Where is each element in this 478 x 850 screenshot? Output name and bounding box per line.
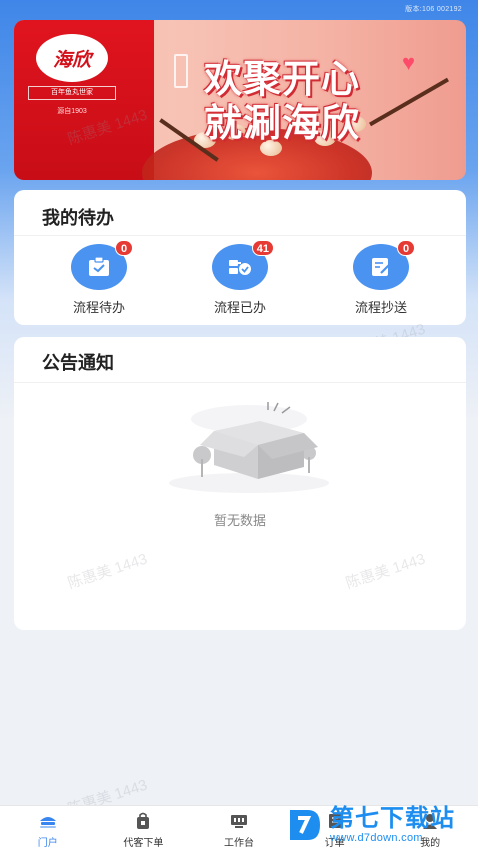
tab-label: 代客下单 xyxy=(123,838,164,849)
todo-title: 我的待办 xyxy=(14,190,466,236)
todo-card: 我的待办 0 流程待办 41 流程已办 0 流程抄送 xyxy=(14,190,466,325)
chopsticks-image xyxy=(369,77,449,127)
notice-card: 公告通知 暂无数据 xyxy=(14,337,466,630)
banner-brand-panel: 海欣 百年鱼丸世家 源自1903 xyxy=(14,20,154,180)
cup-image xyxy=(174,54,188,88)
brand-logo: 海欣 xyxy=(36,34,108,82)
tab-label: 工作台 xyxy=(223,838,254,849)
tab-label: 门户 xyxy=(37,838,58,849)
tab-portal[interactable]: 门户 xyxy=(0,806,96,850)
site-brand-overlay: 第七下载站 www.d7down.com xyxy=(286,800,478,850)
todo-item-cc[interactable]: 0 流程抄送 xyxy=(326,240,436,316)
promo-banner[interactable]: 海欣 百年鱼丸世家 源自1903 ♥ 欢聚开心 就涮海欣 陈惠美 1443 xyxy=(14,20,466,180)
empty-box-illustration xyxy=(164,397,334,497)
d7-logo-icon xyxy=(286,806,324,844)
empty-text: 暂无数据 xyxy=(213,513,266,528)
brand-since: 源自1903 xyxy=(57,108,87,115)
site-brand-url: www.d7down.com xyxy=(330,832,423,844)
todo-item-label: 流程已办 xyxy=(213,300,266,315)
brand-tag: 百年鱼丸世家 xyxy=(28,86,116,100)
todo-item-done[interactable]: 41 流程已办 xyxy=(185,240,295,316)
todo-count-badge: 0 xyxy=(115,240,133,256)
tab-place-order[interactable]: 代客下单 xyxy=(96,806,192,850)
clipboard-check-icon: 0 xyxy=(71,240,133,290)
status-bar: 版本:106 002192 xyxy=(405,6,462,13)
process-done-icon: 41 xyxy=(212,240,274,290)
todo-item-label: 流程抄送 xyxy=(354,300,407,315)
banner-slogan-line2: 就涮海欣 xyxy=(204,101,361,145)
heart-icon: ♥ xyxy=(402,50,416,75)
site-brand-text: 第七下载站 www.d7down.com xyxy=(330,805,455,845)
notice-title: 公告通知 xyxy=(14,337,466,383)
todo-item-label: 流程待办 xyxy=(72,300,125,315)
todo-count-badge: 0 xyxy=(397,240,415,256)
workbench-icon xyxy=(228,811,250,831)
home-icon xyxy=(37,811,59,831)
todo-item-pending[interactable]: 0 流程待办 xyxy=(44,240,154,316)
bag-icon xyxy=(132,811,154,831)
todo-list: 0 流程待办 41 流程已办 0 流程抄送 xyxy=(14,240,466,316)
site-brand-name: 第七下载站 xyxy=(330,805,455,832)
tab-workbench[interactable]: 工作台 xyxy=(191,806,287,850)
document-edit-icon: 0 xyxy=(353,240,415,290)
todo-count-badge: 41 xyxy=(251,240,274,256)
